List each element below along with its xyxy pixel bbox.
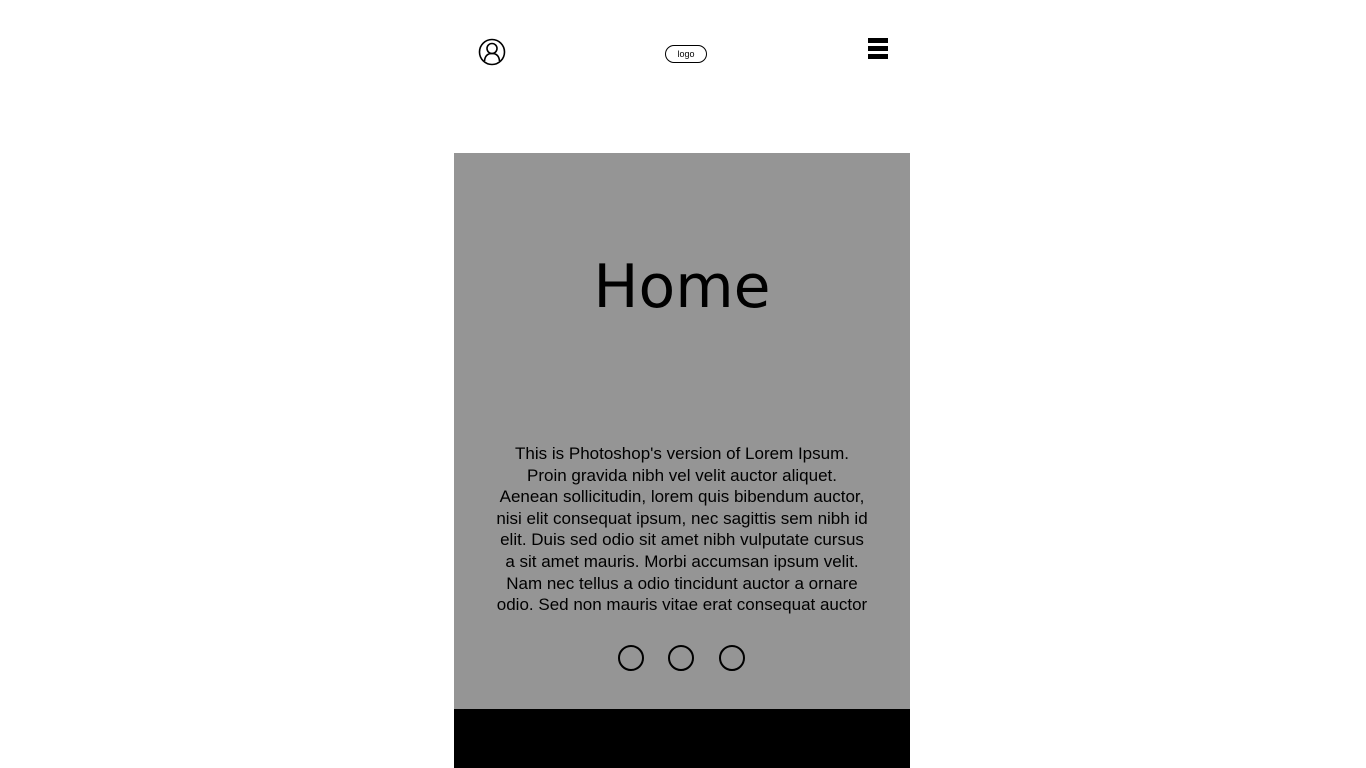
hamburger-menu-icon-graphic: [868, 38, 888, 59]
user-icon-graphic: [478, 38, 506, 66]
carousel-dot-3[interactable]: [719, 645, 745, 671]
footer-bar: [454, 709, 910, 768]
page: logo Home This is Photoshop's version of…: [0, 0, 1366, 768]
page-title: Home: [593, 252, 771, 322]
hero-section: Home This is Photoshop's version of Lore…: [454, 153, 910, 709]
carousel-indicators: [454, 645, 910, 675]
user-icon[interactable]: [478, 38, 506, 66]
carousel-dot-1[interactable]: [618, 645, 644, 671]
hamburger-menu-icon[interactable]: [866, 37, 890, 61]
logo-link[interactable]: logo: [665, 45, 707, 63]
hero-description: This is Photoshop's version of Lorem Ips…: [496, 444, 868, 615]
carousel-dot-2[interactable]: [668, 645, 694, 671]
